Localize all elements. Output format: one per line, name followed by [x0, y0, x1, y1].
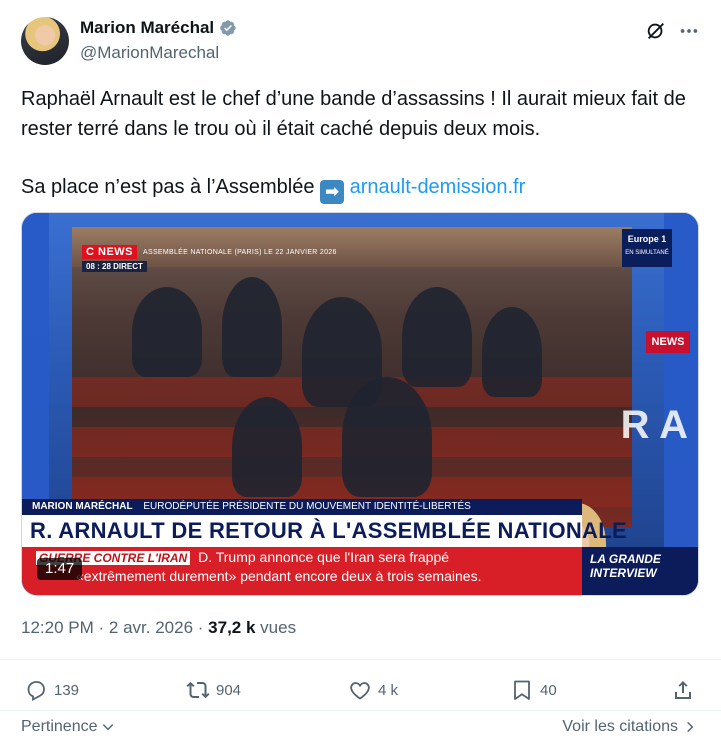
post-meta: 12:20 PM · 2 avr. 2026 · 37,2 k vues: [21, 618, 296, 638]
partner-logo-sub: EN SIMULTANÉ: [625, 250, 669, 256]
chevron-down-icon: [102, 724, 113, 731]
view-quotes-link[interactable]: Voir les citations: [562, 718, 697, 736]
live-badge: 08 : 28 DIRECT: [82, 261, 147, 272]
share-button[interactable]: [671, 672, 695, 708]
author-name[interactable]: Marion Maréchal: [80, 18, 214, 38]
meta-separator: ·: [197, 618, 204, 637]
program-name: LA GRANDE INTERVIEW: [582, 547, 698, 595]
ticker-line1: D. Trump annonce que l'Iran sera frappé: [198, 549, 450, 565]
video-player[interactable]: C NEWS ASSEMBLÉE NATIONALE (PARIS) LE 22…: [21, 212, 699, 596]
repost-button[interactable]: 904: [186, 672, 241, 708]
reply-icon: [27, 681, 45, 702]
channel-logo: C NEWS: [82, 245, 137, 259]
bookmark-count: 40: [540, 681, 557, 699]
post-time[interactable]: 12:20 PM: [21, 618, 94, 637]
partner-logo-text: Europe 1: [627, 234, 667, 244]
tweet-text-line1: Raphaël Arnault est le chef d’une bande …: [21, 88, 686, 140]
tweet-text-prefix: Sa place n’est pas à l’Assemblée: [21, 176, 315, 198]
studio-letters: R A: [620, 403, 688, 447]
views-label: vues: [260, 618, 297, 637]
channel-subtitle: ASSEMBLÉE NATIONALE (PARIS) LE 22 JANVIE…: [143, 248, 337, 256]
ticker-line2: «extrêmement durement» pendant encore de…: [76, 568, 482, 584]
right-arrow-emoji-icon: ➡: [320, 180, 345, 204]
like-button[interactable]: 4 k: [348, 672, 398, 708]
tweet-text: Raphaël Arnault est le chef d’une bande …: [21, 84, 701, 204]
bookmark-icon: [514, 680, 530, 700]
divider: [0, 659, 721, 660]
avatar[interactable]: [21, 17, 69, 65]
lower-third-role: EURODÉPUTÉE PRÉSIDENTE DU MOUVEMENT IDEN…: [143, 501, 471, 512]
channel-header: C NEWS ASSEMBLÉE NATIONALE (PARIS) LE 22…: [82, 245, 337, 259]
grok-icon[interactable]: [645, 20, 667, 42]
repost-count: 904: [216, 681, 242, 699]
tweet-text-line2: Sa place n’est pas à l’Assemblée ➡ arnau…: [21, 172, 701, 204]
chevron-right-icon: [687, 721, 694, 733]
verified-badge-icon: [220, 20, 236, 36]
lower-third-name-bar: MARION MARÉCHAL EURODÉPUTÉE PRÉSIDENTE D…: [22, 499, 582, 515]
bookmark-button[interactable]: 40: [510, 672, 557, 708]
view-quotes-label: Voir les citations: [562, 718, 678, 735]
partner-logo: Europe 1 EN SIMULTANÉ: [622, 229, 672, 267]
side-logo: NEWS: [646, 331, 690, 353]
divider: [0, 710, 721, 711]
news-ticker: GUERRE CONTRE L'IRAN D. Trump annonce qu…: [22, 547, 582, 595]
heart-icon: [350, 682, 370, 700]
broadcast-screen: C NEWS ASSEMBLÉE NATIONALE (PARIS) LE 22…: [72, 227, 632, 527]
share-icon: [675, 681, 691, 699]
tweet: Marion Maréchal @MarionMarechal Raphaël …: [0, 0, 721, 745]
sort-dropdown[interactable]: Pertinence: [21, 718, 115, 736]
lower-third-name: MARION MARÉCHAL: [32, 501, 133, 512]
sort-label: Pertinence: [21, 718, 98, 735]
reply-count: 139: [54, 681, 80, 699]
post-date[interactable]: 2 avr. 2026: [109, 618, 193, 637]
reply-button[interactable]: 139: [24, 672, 79, 708]
external-link[interactable]: arnault-demission.fr: [350, 176, 526, 198]
more-options-icon[interactable]: [678, 20, 700, 42]
author-row: Marion Maréchal: [80, 18, 237, 38]
video-duration: 1:47: [37, 558, 83, 580]
author-handle[interactable]: @MarionMarechal: [80, 43, 219, 63]
like-count: 4 k: [378, 681, 399, 699]
action-bar: 139 904 4 k 40: [0, 672, 721, 708]
lower-third-headline: R. ARNAULT DE RETOUR À L'ASSEMBLÉE NATIO…: [22, 515, 627, 547]
repost-icon: [186, 681, 210, 699]
meta-separator: ·: [98, 618, 105, 637]
views-count: 37,2 k: [208, 618, 256, 637]
